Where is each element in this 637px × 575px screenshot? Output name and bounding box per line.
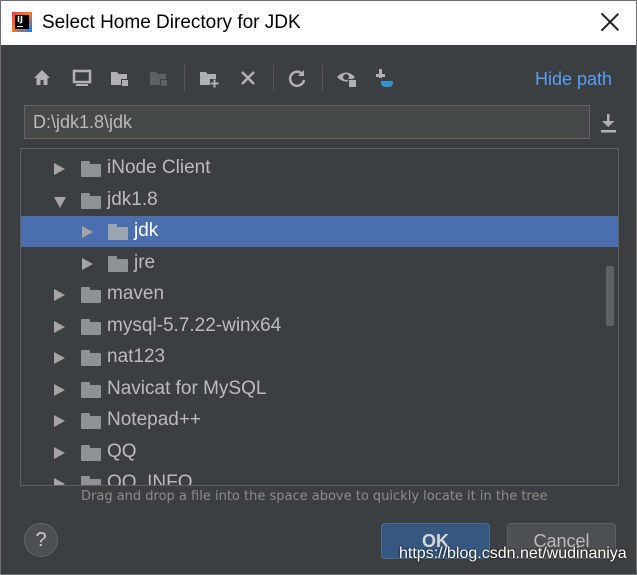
dialog-window: IJ Select Home Directory for JDK Hide pa… [0,0,637,575]
folder-icon [81,193,101,209]
tree-item-label: nat123 [107,346,166,367]
tree-row-jdk[interactable]: jdk [21,216,618,247]
tree-item-label: Navicat for MySQL [107,378,267,399]
expand-arrow-icon[interactable] [54,478,65,485]
expand-arrow-icon[interactable] [54,163,65,175]
folder-icon [81,319,101,335]
folder-icon [81,413,101,429]
tree-row-nat123[interactable]: nat123 [21,342,618,373]
tree-scrollbar-thumb[interactable] [606,266,614,326]
toolbar-separator [322,65,323,91]
title-bar: IJ Select Home Directory for JDK [1,1,636,45]
tree-item-label: maven [107,283,165,304]
path-input[interactable] [25,106,589,138]
expand-arrow-icon[interactable] [54,447,65,459]
tree-row-jre[interactable]: jre [21,248,618,279]
expand-arrow-icon[interactable] [54,415,65,427]
hide-path-link[interactable]: Hide path [535,69,612,90]
close-icon[interactable] [599,11,621,33]
collapse-arrow-icon[interactable] [54,197,66,208]
folder-icon [81,350,101,366]
tree-row-mysql[interactable]: mysql-5.7.22-winx64 [21,311,618,342]
folder-icon [81,287,101,303]
tree-row-jdk1-8[interactable]: jdk1.8 [21,185,618,216]
tree-item-label: iNode Client [107,157,211,178]
path-field[interactable] [24,105,590,139]
tree-row-maven[interactable]: maven [21,279,618,310]
tree-item-label: jdk1.8 [107,189,158,210]
tree-item-label: QQ [107,441,137,462]
jdk-icon[interactable] [374,67,396,89]
desktop-icon[interactable] [71,67,93,89]
tree-item-label: jdk [134,220,159,241]
refresh-icon[interactable] [286,67,308,89]
show-hidden-icon[interactable] [336,67,358,89]
folder-icon [81,382,101,398]
download-icon[interactable] [599,113,617,133]
folder-icon [81,476,101,485]
folder-icon [108,224,128,240]
expand-arrow-icon[interactable] [54,384,65,396]
expand-arrow-icon[interactable] [54,289,65,301]
delete-icon[interactable] [237,67,259,89]
help-button[interactable]: ? [24,523,58,557]
tree-item-label: mysql-5.7.22-winx64 [107,315,282,336]
home-icon[interactable] [31,67,53,89]
tree-row-inode-client[interactable]: iNode Client [21,153,618,184]
tree-row-navicat[interactable]: Navicat for MySQL [21,374,618,405]
expand-arrow-icon[interactable] [82,226,93,238]
toolbar-separator [184,65,185,91]
folder-icon [108,256,128,272]
expand-arrow-icon[interactable] [82,258,93,270]
tree-item-label: QQ_INFO [107,472,193,486]
folder-icon [81,161,101,177]
expand-arrow-icon[interactable] [54,321,65,333]
new-folder-icon[interactable] [198,67,220,89]
folder-icon [81,445,101,461]
tree-row-notepad[interactable]: Notepad++ [21,405,618,436]
project-folder-icon[interactable] [109,67,131,89]
expand-arrow-icon[interactable] [54,352,65,364]
tree-item-label: Notepad++ [107,409,202,430]
tree-item-label: jre [134,252,156,273]
intellij-app-icon: IJ [12,12,32,32]
drag-drop-hint: Drag and drop a file into the space abov… [81,489,548,504]
directory-tree[interactable]: iNode Client jdk1.8 jdk jre maven mysql-… [20,148,619,486]
tree-row-qq[interactable]: QQ [21,437,618,468]
module-folder-icon [148,67,170,89]
tree-row-qq-info[interactable]: QQ_INFO [21,468,618,486]
toolbar-separator [273,65,274,91]
dialog-title: Select Home Directory for JDK [42,12,301,33]
watermark: https://blog.csdn.net/wudinaniya [399,545,627,562]
